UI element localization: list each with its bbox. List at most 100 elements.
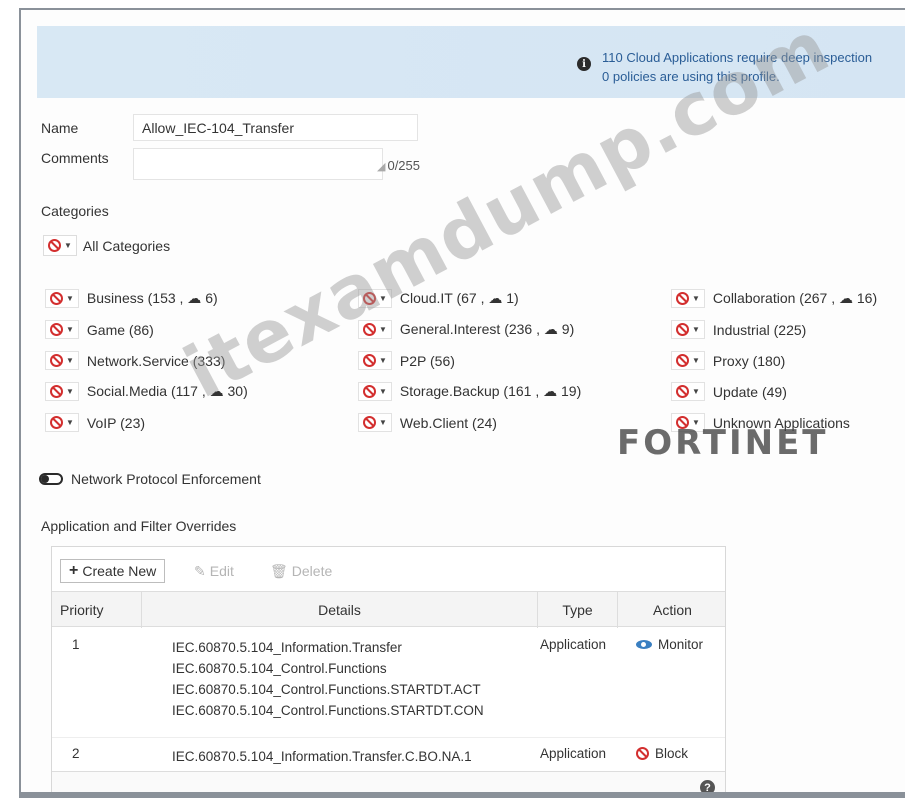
trash-icon: 🗑 (270, 562, 288, 579)
comments-textarea[interactable] (133, 148, 383, 180)
name-label: Name (41, 120, 79, 136)
network-protocol-enforcement-label: Network Protocol Enforcement (71, 471, 261, 487)
info-banner: i 110 Cloud Applications require deep in… (37, 26, 905, 98)
block-icon (363, 292, 376, 305)
all-categories-row: ▼ All Categories (43, 235, 170, 256)
category-action-button[interactable]: ▼ (671, 289, 705, 308)
eye-icon (636, 640, 652, 649)
block-icon (50, 385, 63, 398)
banner-line-2[interactable]: 0 policies are using this profile. (602, 67, 872, 86)
category-action-button[interactable]: ▼ (45, 413, 79, 432)
column-details[interactable]: Details (142, 592, 538, 628)
category-p2p[interactable]: ▼ P2P (56) (358, 351, 455, 370)
category-label: Storage.Backup (161 , ☁ 19) (399, 383, 582, 399)
network-protocol-enforcement-row: Network Protocol Enforcement (39, 471, 261, 487)
all-categories-label: All Categories (82, 237, 171, 254)
caret-down-icon: ▼ (66, 387, 74, 396)
category-action-button[interactable]: ▼ (45, 320, 79, 339)
caret-down-icon: ▼ (692, 418, 700, 427)
category-unknown-applications[interactable]: ▼ Unknown Applications (671, 413, 850, 432)
category-label: Cloud.IT (67 , ☁ 1) (399, 290, 519, 306)
category-action-button[interactable]: ▼ (45, 351, 79, 370)
category-label: P2P (56) (399, 352, 455, 369)
overrides-title: Application and Filter Overrides (41, 518, 237, 534)
caret-down-icon: ▼ (692, 325, 700, 334)
category-collaboration[interactable]: ▼ Collaboration (267 , ☁ 16) (671, 289, 877, 308)
table-row[interactable]: 2 IEC.60870.5.104_Information.Transfer.C… (52, 737, 725, 771)
caret-down-icon: ▼ (379, 294, 387, 303)
table-header: Priority Details Type Action (52, 591, 727, 628)
category-action-button[interactable]: ▼ (358, 382, 392, 401)
all-categories-action-button[interactable]: ▼ (43, 235, 77, 256)
block-icon (636, 747, 649, 760)
row-details: IEC.60870.5.104_Information.Transfer.C.B… (172, 746, 472, 767)
category-update[interactable]: ▼ Update (49) (671, 382, 787, 401)
categories-title: Categories (41, 203, 109, 219)
block-icon (676, 385, 689, 398)
create-new-button[interactable]: + Create New (60, 559, 166, 583)
detail-item: IEC.60870.5.104_Control.Functions.STARTD… (172, 682, 481, 697)
category-action-button[interactable]: ▼ (358, 320, 392, 339)
category-cloud-it[interactable]: ▼ Cloud.IT (67 , ☁ 1) (358, 289, 519, 308)
row-action: Monitor (636, 637, 703, 652)
block-icon (363, 416, 376, 429)
toggle-icon[interactable] (39, 473, 63, 485)
category-action-button[interactable]: ▼ (45, 289, 79, 308)
category-action-button[interactable]: ▼ (358, 289, 392, 308)
category-web-client[interactable]: ▼ Web.Client (24) (358, 413, 497, 432)
category-label: Web.Client (24) (399, 414, 497, 431)
category-action-button[interactable]: ▼ (671, 351, 705, 370)
frame-border-bottom (19, 792, 905, 798)
category-action-button[interactable]: ▼ (358, 413, 392, 432)
category-game[interactable]: ▼ Game (86) (45, 320, 154, 339)
block-icon (676, 323, 689, 336)
caret-down-icon: ▼ (66, 325, 74, 334)
detail-item: IEC.60870.5.104_Information.Transfer.C.B… (172, 749, 472, 764)
category-industrial[interactable]: ▼ Industrial (225) (671, 320, 806, 339)
block-icon (363, 323, 376, 336)
category-action-button[interactable]: ▼ (671, 320, 705, 339)
category-storage-backup[interactable]: ▼ Storage.Backup (161 , ☁ 19) (358, 382, 581, 401)
row-type: Application (540, 746, 607, 761)
caret-down-icon: ▼ (379, 356, 387, 365)
category-voip[interactable]: ▼ VoIP (23) (45, 413, 145, 432)
category-network-service[interactable]: ▼ Network.Service (333) (45, 351, 225, 370)
category-general-interest[interactable]: ▼ General.Interest (236 , ☁ 9) (358, 320, 574, 339)
comments-label: Comments (41, 150, 109, 166)
block-icon (676, 416, 689, 429)
banner-line-1[interactable]: 110 Cloud Applications require deep insp… (602, 48, 872, 67)
resize-icon[interactable]: ◢ (377, 161, 385, 173)
column-action[interactable]: Action (618, 592, 727, 628)
column-type[interactable]: Type (538, 592, 618, 628)
block-icon (50, 416, 63, 429)
caret-down-icon: ▼ (692, 387, 700, 396)
caret-down-icon: ▼ (66, 294, 74, 303)
caret-down-icon: ▼ (66, 418, 74, 427)
overrides-toolbar: + Create New ✎ Edit 🗑 Delete (52, 547, 725, 591)
edit-icon: ✎ (194, 562, 206, 579)
name-input[interactable] (133, 114, 418, 141)
category-action-button[interactable]: ▼ (358, 351, 392, 370)
category-label: Proxy (180) (712, 352, 786, 369)
detail-item: IEC.60870.5.104_Information.Transfer (172, 640, 402, 655)
category-action-button[interactable]: ▼ (671, 382, 705, 401)
caret-down-icon: ▼ (379, 387, 387, 396)
category-business[interactable]: ▼ Business (153 , ☁ 6) (45, 289, 218, 308)
delete-button[interactable]: 🗑 Delete (270, 559, 332, 583)
block-icon (48, 239, 61, 252)
table-row[interactable]: 1 IEC.60870.5.104_Information.Transfer I… (52, 627, 725, 737)
category-social-media[interactable]: ▼ Social.Media (117 , ☁ 30) (45, 382, 248, 401)
block-icon (363, 354, 376, 367)
plus-icon: + (69, 562, 79, 579)
category-action-button[interactable]: ▼ (671, 413, 705, 432)
category-label: Business (153 , ☁ 6) (86, 290, 218, 306)
row-type: Application (540, 637, 607, 652)
column-priority[interactable]: Priority (52, 592, 142, 628)
overrides-table: + Create New ✎ Edit 🗑 Delete Priority Detai… (51, 546, 726, 798)
category-label: Social.Media (117 , ☁ 30) (86, 383, 248, 399)
block-icon (676, 354, 689, 367)
caret-down-icon: ▼ (692, 294, 700, 303)
category-action-button[interactable]: ▼ (45, 382, 79, 401)
category-proxy[interactable]: ▼ Proxy (180) (671, 351, 785, 370)
edit-button[interactable]: ✎ Edit (194, 559, 234, 583)
